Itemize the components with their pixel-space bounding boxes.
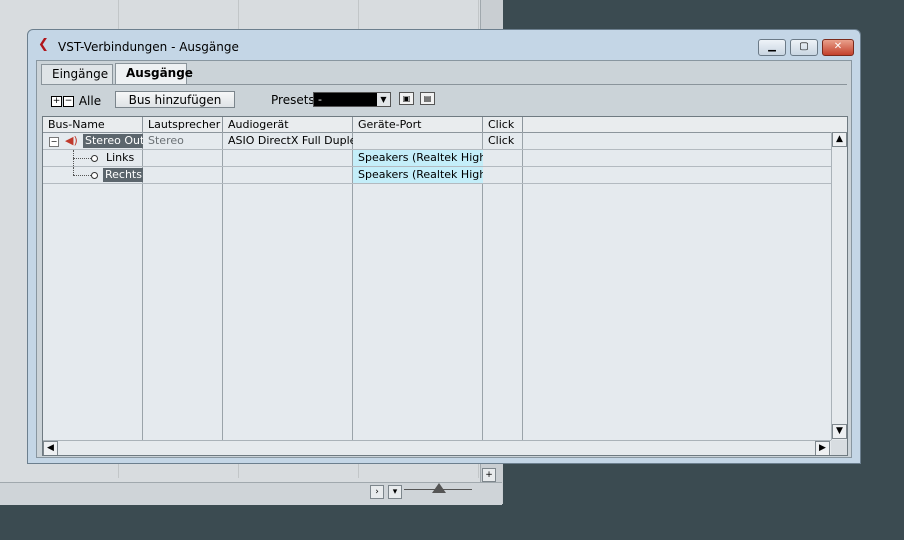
presets-value: -: [318, 93, 322, 106]
click-cell[interactable]: [483, 167, 523, 183]
horizontal-scrollbar[interactable]: ◀ ▶: [43, 440, 831, 455]
vertical-scrollbar[interactable]: ▲ ▼: [831, 132, 847, 440]
collapse-all-icon[interactable]: −: [63, 96, 74, 107]
expand-all-control[interactable]: + − Alle: [51, 94, 101, 108]
audio-device-cell[interactable]: [223, 167, 353, 183]
device-port-cell[interactable]: [353, 133, 483, 149]
table-header: Bus-Name Lautsprecher Audiogerät Geräte-…: [43, 117, 847, 133]
column-speakers[interactable]: Lautsprecher: [143, 117, 223, 132]
zoom-menu-icon[interactable]: ▾: [388, 485, 402, 499]
collapse-icon[interactable]: −: [49, 137, 59, 147]
speakers-cell[interactable]: [143, 167, 223, 183]
cubase-logo-icon: ❮: [38, 37, 49, 52]
column-audio-device[interactable]: Audiogerät: [223, 117, 353, 132]
device-port-cell[interactable]: Speakers (Realtek High D: [353, 150, 483, 166]
background-horizontal-scrollbar[interactable]: [0, 482, 502, 505]
audio-device-cell[interactable]: [223, 150, 353, 166]
presets-select[interactable]: - ▼: [313, 92, 391, 107]
scroll-down-icon[interactable]: ▼: [832, 424, 847, 439]
zoom-slider-thumb[interactable]: [432, 483, 446, 493]
channel-node-icon: [91, 172, 98, 179]
scroll-right-icon[interactable]: ›: [370, 485, 384, 499]
column-bus-name[interactable]: Bus-Name: [43, 117, 143, 132]
maximize-icon: ▢: [799, 41, 809, 52]
add-bus-button[interactable]: Bus hinzufügen: [115, 91, 235, 108]
store-preset-icon[interactable]: ▣: [399, 92, 414, 105]
minimize-icon: ▁: [768, 41, 776, 52]
scroll-left-icon[interactable]: ◀: [43, 441, 58, 455]
device-port-cell[interactable]: Speakers (Realtek High D: [353, 167, 483, 183]
expand-all-icon[interactable]: +: [51, 96, 62, 107]
title-bar[interactable]: ❮ VST-Verbindungen - Ausgänge ▁ ▢ ✕: [28, 30, 860, 60]
connections-table: Bus-Name Lautsprecher Audiogerät Geräte-…: [42, 116, 848, 456]
scrollbar-corner: [831, 440, 847, 455]
audio-device-cell[interactable]: ASIO DirectX Full Duplex: [223, 133, 353, 149]
scroll-right-icon[interactable]: ▶: [815, 441, 830, 455]
column-click[interactable]: Click: [483, 117, 523, 132]
window-title: VST-Verbindungen - Ausgänge: [58, 40, 239, 54]
presets-label: Presets: [271, 93, 315, 107]
bus-name-text: Stereo Out: [83, 134, 143, 148]
bus-name-text: Rechts: [103, 168, 143, 182]
window-client-area: Eingänge Ausgänge + − Alle Bus hinzufügen…: [36, 60, 852, 458]
remove-preset-icon[interactable]: ▤: [420, 92, 435, 105]
speakers-cell[interactable]: [143, 150, 223, 166]
click-cell[interactable]: [483, 150, 523, 166]
bus-name-cell[interactable]: Links: [101, 150, 143, 166]
speaker-icon: ◀): [65, 134, 78, 147]
table-row[interactable]: Links Speakers (Realtek High D: [43, 150, 831, 167]
tab-divider: [41, 84, 847, 85]
channel-node-icon: [91, 155, 98, 162]
bus-name-cell[interactable]: Rechts: [101, 167, 143, 183]
zoom-in-icon[interactable]: +: [482, 468, 496, 482]
bus-name-cell[interactable]: − ◀) Stereo Out: [43, 133, 143, 149]
close-icon: ✕: [833, 41, 843, 52]
chevron-down-icon[interactable]: ▼: [377, 93, 390, 106]
table-row[interactable]: − ◀) Stereo Out Stereo ASIO DirectX Full…: [43, 133, 831, 150]
minimize-button[interactable]: ▁: [758, 39, 786, 56]
click-cell[interactable]: Click: [483, 133, 523, 149]
table-row[interactable]: Rechts Speakers (Realtek High D: [43, 167, 831, 184]
tab-eingaenge[interactable]: Eingänge: [41, 64, 113, 84]
vst-connections-window: ❮ VST-Verbindungen - Ausgänge ▁ ▢ ✕ Eing…: [27, 29, 861, 464]
expand-all-label: Alle: [78, 94, 102, 108]
tab-ausgaenge[interactable]: Ausgänge: [115, 63, 193, 85]
speakers-cell[interactable]: Stereo: [143, 133, 223, 149]
maximize-button[interactable]: ▢: [790, 39, 818, 56]
scroll-up-icon[interactable]: ▲: [832, 132, 847, 147]
close-button[interactable]: ✕: [822, 39, 854, 56]
column-device-port[interactable]: Geräte-Port: [353, 117, 483, 132]
